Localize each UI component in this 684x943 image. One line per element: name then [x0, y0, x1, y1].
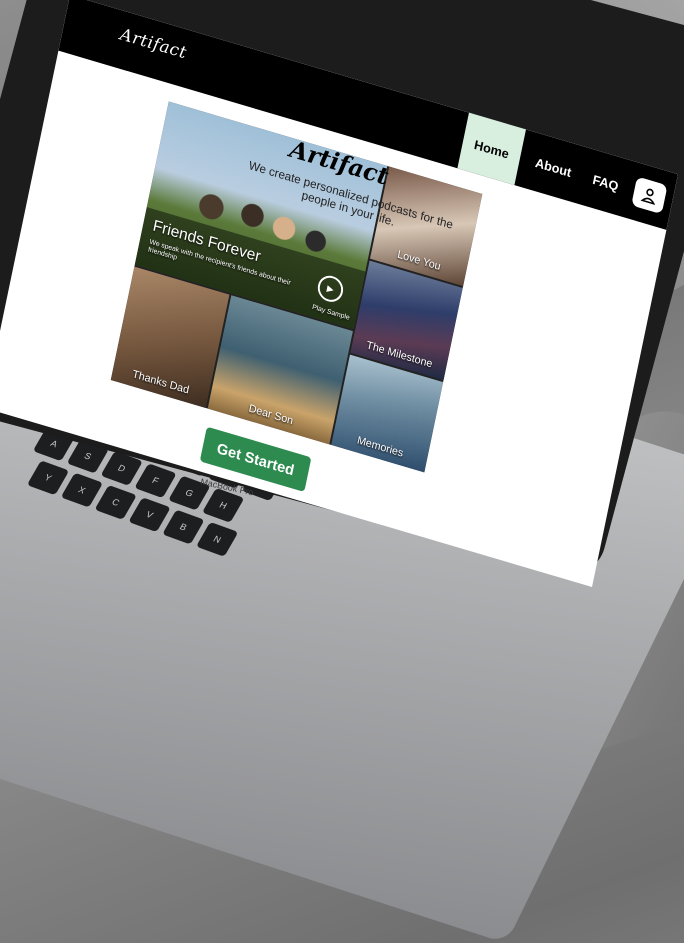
keyboard-key: N — [195, 521, 239, 557]
tile-label: Thanks Dad — [131, 368, 191, 397]
keyboard-key: V — [128, 497, 171, 533]
keyboard-key: X — [60, 472, 104, 508]
play-icon: ▶ — [326, 282, 335, 295]
site-logo[interactable]: Artifact — [118, 25, 188, 64]
account-button[interactable] — [631, 176, 668, 215]
keyboard-key: Y — [26, 460, 70, 496]
keyboard-key: F — [134, 463, 177, 499]
keyboard-key: B — [162, 509, 205, 545]
nav-faq[interactable]: FAQ — [576, 148, 635, 218]
tile-label: Memories — [356, 434, 405, 460]
user-icon — [640, 188, 656, 205]
tile-label: Dear Son — [247, 402, 295, 428]
keyboard-key: C — [94, 484, 137, 520]
